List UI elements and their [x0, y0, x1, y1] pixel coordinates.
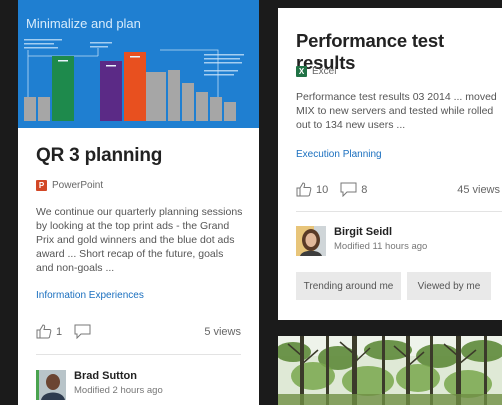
description-line: Prix and gold winners and the blue dot a… — [36, 234, 235, 246]
forest-thumbnail[interactable] — [278, 336, 502, 405]
like-count: 1 — [56, 325, 63, 338]
app-label-row: X Excel — [296, 66, 336, 77]
avatar[interactable] — [36, 370, 66, 400]
chip-viewed-by-me[interactable]: Viewed by me — [407, 272, 491, 300]
view-count: 45 views — [457, 184, 500, 196]
description-line: and non-goals ... — [36, 262, 115, 274]
author-name[interactable]: Brad Sutton — [74, 370, 163, 382]
tag-link[interactable]: Execution Planning — [296, 149, 382, 160]
thumbnail-title: Minimalize and plan — [26, 16, 141, 31]
description-line: award ... Short recap of the future, goa… — [36, 248, 224, 260]
excel-icon: X — [296, 66, 307, 77]
app-name: PowerPoint — [52, 180, 104, 191]
powerpoint-icon: P — [36, 180, 47, 191]
comment-icon[interactable] — [74, 324, 91, 339]
app-name: Excel — [312, 66, 337, 77]
like-count: 10 — [316, 183, 329, 196]
like-icon[interactable] — [296, 182, 312, 197]
description-line: MIX to new servers and tested while roll… — [296, 105, 494, 117]
stats-row: 1 — [36, 324, 91, 339]
document-card-qr3-planning[interactable]: Minimalize and plan QR 3 planning P Powe… — [18, 0, 259, 405]
modified-time: Modified 11 hours ago — [334, 241, 428, 252]
card-description: Performance test results 03 2014 ... mov… — [296, 90, 502, 132]
card-divider — [296, 211, 502, 212]
like-icon[interactable] — [36, 324, 52, 339]
tag-link[interactable]: Information Experiences — [36, 290, 144, 301]
app-label-row: P PowerPoint — [36, 180, 103, 191]
stats-row: 10 8 — [296, 182, 367, 197]
modified-time: Modified 2 hours ago — [74, 385, 163, 396]
presentation-thumbnail[interactable]: Minimalize and plan — [18, 0, 259, 128]
description-line: by looking at the top print ads - the Gr… — [36, 220, 230, 232]
document-card-performance-test[interactable]: Performance test results X Excel Perform… — [278, 8, 502, 320]
card-title[interactable]: QR 3 planning — [36, 145, 162, 167]
comment-count: 8 — [361, 183, 368, 196]
avatar[interactable] — [296, 226, 326, 256]
author-name[interactable]: Birgit Seidl — [334, 226, 427, 238]
description-line: We continue our quarterly planning sessi… — [36, 206, 243, 218]
forest-image — [278, 336, 502, 405]
chip-trending-around-me[interactable]: Trending around me — [296, 272, 401, 300]
card-description: We continue our quarterly planning sessi… — [36, 205, 256, 275]
comment-icon[interactable] — [340, 182, 357, 197]
description-line: Performance test results 03 2014 ... mov… — [296, 91, 497, 103]
view-count: 5 views — [204, 326, 241, 338]
author-row[interactable]: Birgit Seidl Modified 11 hours ago — [296, 226, 427, 256]
description-line: out to 134 new users ... — [296, 119, 406, 131]
card-divider — [36, 354, 241, 355]
author-row[interactable]: Brad Sutton Modified 2 hours ago — [36, 370, 163, 400]
